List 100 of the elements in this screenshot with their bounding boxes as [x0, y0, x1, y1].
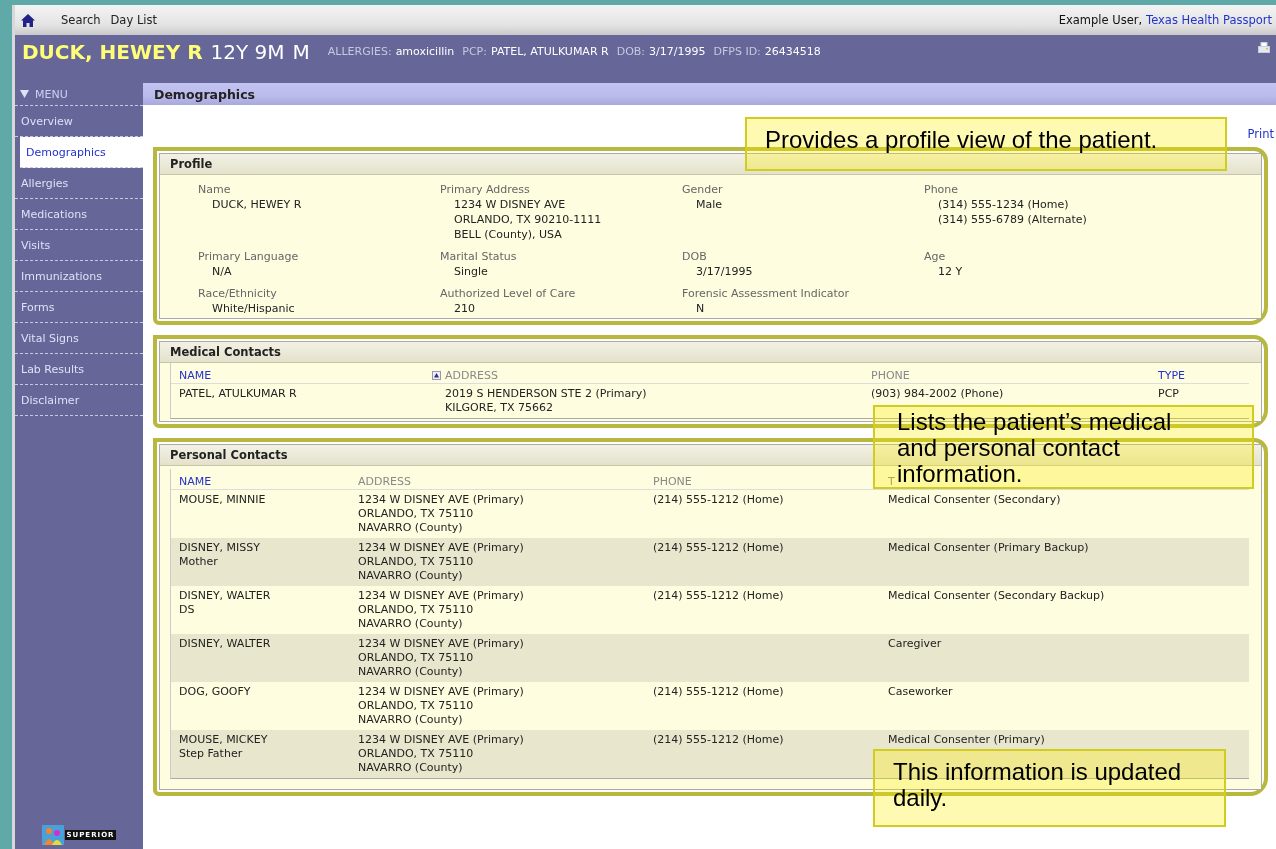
table-cell-text: ORLANDO, TX 75110 [358, 555, 475, 569]
info-value: amoxicillin [395, 45, 455, 58]
logo-figures-icon [41, 825, 64, 845]
info-label: PCP: [462, 45, 487, 58]
home-icon[interactable] [21, 13, 35, 27]
patient-name: DUCK, HEWEY R [22, 40, 203, 64]
page-title: Demographics [143, 83, 1276, 105]
table-cell-text: NAVARRO (County) [358, 521, 464, 535]
nav-link[interactable]: Search [61, 13, 101, 27]
table-cell-text: (214) 555-1212 (Home) [653, 733, 785, 747]
column-header[interactable]: NAME [179, 369, 212, 382]
column-header[interactable]: NAME [179, 475, 212, 488]
table-cell-text: Step Father [179, 747, 244, 761]
table-cell-text: DISNEY, WALTER [179, 637, 272, 651]
callout-text: Lists the patient’s medical and personal contact information. [897, 409, 1173, 487]
table-cell-text: PCP [1158, 387, 1180, 401]
field-label: DOB [682, 249, 708, 264]
sidebar-item[interactable]: Medications [15, 199, 143, 230]
table-cell-text: DS [179, 603, 196, 617]
table-cell-text: Medical Consenter (Primary Backup) [888, 541, 1090, 555]
field-label: Marital Status [440, 249, 518, 264]
table-cell-text: Medical Consenter (Secondary) [888, 493, 1062, 507]
table-cell-text: 1234 W DISNEY AVE (Primary) [358, 637, 525, 651]
table-cell-text: 1234 W DISNEY AVE (Primary) [358, 493, 525, 507]
sidebar-item[interactable]: Immunizations [15, 261, 143, 292]
sidebar-item[interactable]: Allergies [15, 168, 143, 199]
table-cell-text: (214) 555-1212 (Home) [653, 493, 785, 507]
info-value: 3/17/1995 [649, 45, 706, 58]
field-value: DUCK, HEWEY R [211, 197, 303, 212]
table-cell-text: (214) 555-1212 (Home) [653, 685, 785, 699]
field-label: Name [198, 182, 232, 197]
patient-age: 12Y 9M [210, 40, 285, 64]
column-header[interactable]: ADDRESS [358, 475, 412, 488]
menu-label[interactable]: MENU [35, 87, 68, 101]
table-cell-text: Caregiver [888, 637, 943, 651]
info-label: DFPS ID: [713, 45, 761, 58]
field-value: (314) 555-1234 (Home) [937, 197, 1070, 212]
table-cell-text: MOUSE, MICKEY [179, 733, 269, 747]
printer-icon[interactable] [1258, 42, 1270, 53]
callout-text: Provides a profile view of the patient. [765, 127, 1158, 153]
column-header[interactable]: ADDRESS [445, 369, 499, 382]
table-cell-text: ORLANDO, TX 75110 [358, 603, 475, 617]
column-header[interactable]: T [888, 475, 895, 488]
table-cell-text: KILGORE, TX 75662 [445, 401, 555, 415]
table-cell-text: 1234 W DISNEY AVE (Primary) [358, 589, 525, 603]
field-value: 210 [453, 301, 476, 316]
nav-link[interactable]: Day List [110, 13, 157, 27]
info-value: PATEL, ATULKUMAR R [490, 45, 609, 58]
table-cell-text: NAVARRO (County) [358, 617, 464, 631]
field-value: 3/17/1995 [695, 264, 754, 279]
table-cell-text: DISNEY, MISSY [179, 541, 261, 555]
table-cell-text: Medical Consenter (Secondary Backup) [888, 589, 1106, 603]
info-value: 26434518 [764, 45, 821, 58]
field-value: White/Hispanic [211, 301, 296, 316]
table-cell-text: 1234 W DISNEY AVE (Primary) [358, 685, 525, 699]
info-label: DOB: [616, 45, 646, 58]
user-name: Example User, [1058, 13, 1143, 27]
table-cell-text: (214) 555-1212 (Home) [653, 541, 785, 555]
field-label: Race/Ethnicity [198, 286, 278, 301]
field-value: Male [695, 197, 724, 212]
column-header[interactable]: TYPE [1158, 369, 1186, 382]
sidebar-item[interactable]: Demographics [20, 137, 143, 168]
sidebar-item[interactable]: Lab Results [15, 354, 143, 385]
field-value: (314) 555-6789 (Alternate) [937, 212, 1088, 227]
field-label: Authorized Level of Care [440, 286, 577, 301]
table-cell-text: 1234 W DISNEY AVE (Primary) [358, 733, 525, 747]
sidebar-item[interactable]: Forms [15, 292, 143, 323]
table-cell-text: DOG, GOOFY [179, 685, 252, 699]
field-label: Gender [682, 182, 724, 197]
column-header[interactable]: PHONE [653, 475, 692, 488]
callout-text: This information is updated daily. [893, 759, 1183, 811]
table-cell-text: NAVARRO (County) [358, 713, 464, 727]
field-value: 1234 W DISNEY AVE [453, 197, 567, 212]
table-cell-text: DISNEY, WALTER [179, 589, 272, 603]
sidebar-item[interactable]: Vital Signs [15, 323, 143, 354]
sidebar-item[interactable]: Disclaimer [15, 385, 143, 416]
field-value: N/A [211, 264, 233, 279]
table-cell-text: PATEL, ATULKUMAR R [179, 387, 298, 401]
info-label: ALLERGIES: [327, 45, 392, 58]
field-label: Age [924, 249, 947, 264]
table-cell-text: ORLANDO, TX 75110 [358, 699, 475, 713]
print-link[interactable]: Print [1247, 127, 1274, 141]
table-cell-text: MOUSE, MINNIE [179, 493, 267, 507]
table-cell-text: Mother [179, 555, 219, 569]
column-header[interactable]: PHONE [871, 369, 910, 382]
sidebar-item[interactable]: Visits [15, 230, 143, 261]
field-value: ORLANDO, TX 90210-1111 [453, 212, 603, 227]
table-cell-text: Caseworker [888, 685, 954, 699]
field-label: Primary Language [198, 249, 300, 264]
sort-icon[interactable] [432, 371, 441, 380]
table-cell-text: 2019 S HENDERSON STE 2 (Primary) [445, 387, 648, 401]
table-cell-text: (214) 555-1212 (Home) [653, 589, 785, 603]
field-value: 12 Y [937, 264, 964, 279]
panel-title: Medical Contacts [160, 342, 1261, 363]
patient-sex: M [292, 40, 310, 64]
organization-link[interactable]: Texas Health Passport [1146, 13, 1272, 27]
panel-title: Profile [160, 154, 1261, 175]
field-value: Single [453, 264, 489, 279]
triangle-down-icon[interactable] [20, 90, 29, 98]
field-label: Primary Address [440, 182, 531, 197]
